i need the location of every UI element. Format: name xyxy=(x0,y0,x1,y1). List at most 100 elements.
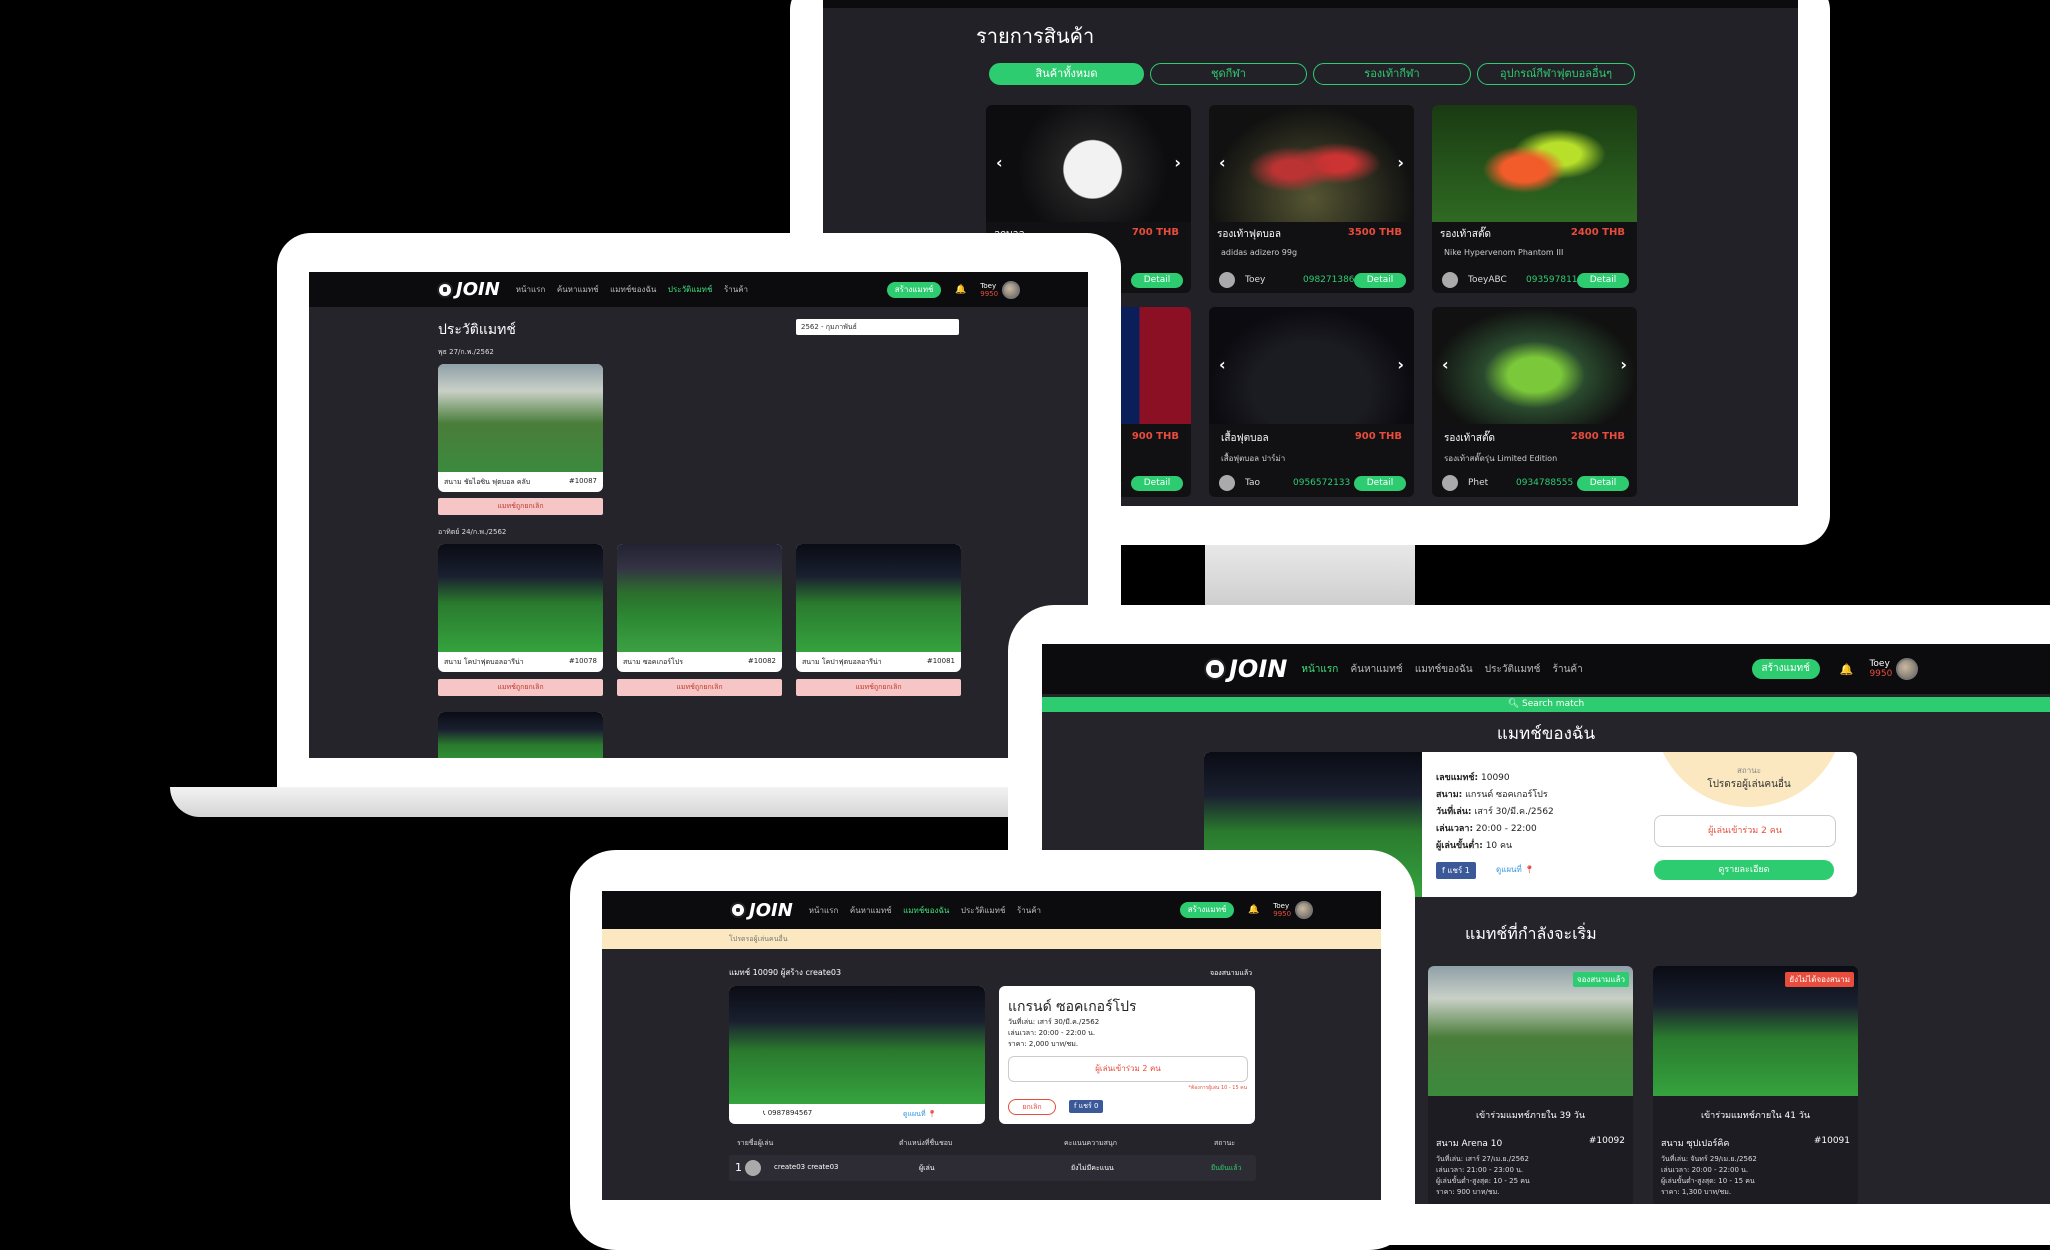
map-pin-icon: 📍︎ xyxy=(1524,865,1535,874)
field-card: 📞︎ 0987894567 ดูแผนที่ 📍︎ xyxy=(729,986,985,1124)
bell-icon[interactable]: 🔔 xyxy=(1840,663,1854,676)
match-header: แมทช์ 10090 ผู้สร้าง create03 xyxy=(729,968,842,977)
nav-shop[interactable]: ร้านค้า xyxy=(1017,906,1041,915)
history-card[interactable]: สนาม โคปาฟุตบอลอารีน่า #10081 xyxy=(796,544,961,672)
seller-phone: 0982713869 xyxy=(1303,275,1361,285)
create-match-button[interactable]: สร้างแมทช์ xyxy=(887,281,942,298)
upcoming-title: แมทช์ที่กำลังจะเริ่ม xyxy=(1465,924,1597,943)
match-meta: วันที่เล่น: จันทร์ 29/เม.ย./2562 เล่นเวลา… xyxy=(1661,1155,1757,1196)
nav-find-match[interactable]: ค้นหาแมทช์ xyxy=(850,906,892,915)
facebook-share-button[interactable]: f แชร์ 1 xyxy=(1436,862,1476,879)
bell-icon[interactable]: 🔔 xyxy=(1248,905,1259,915)
create-match-button[interactable]: สร้างแมทช์ xyxy=(1180,902,1235,918)
facebook-share-button[interactable]: f แชร์ 0 xyxy=(1069,1100,1104,1113)
join-logo[interactable]: JOIN xyxy=(1204,655,1287,683)
laptop-base xyxy=(170,787,1120,817)
field-name: สนาม Arena 10 xyxy=(1436,1139,1503,1149)
view-detail-button[interactable]: ดูรายละเอียด xyxy=(1654,860,1834,880)
product-card[interactable]: รองเท้าสตั๊ด 2400 THB Nike Hypervenom Ph… xyxy=(1432,105,1637,293)
football-icon xyxy=(437,281,453,298)
match-id: #10092 xyxy=(1588,1136,1625,1146)
join-logo[interactable]: JOIN xyxy=(437,279,500,300)
chevron-left-icon[interactable]: ‹ xyxy=(996,153,1003,172)
status-badge: จองสนามแล้ว xyxy=(1572,972,1629,987)
map-link[interactable]: ดูแผนที่ 📍︎ xyxy=(903,1109,937,1120)
football-icon xyxy=(1204,658,1226,680)
join-deadline: เข้าร่วมแมทช์ภายใน 41 วัน xyxy=(1700,1111,1811,1121)
history-card[interactable] xyxy=(438,712,603,758)
history-card[interactable]: สนาม ชัยไอซิน ฟุตบอล คลับ #10087 xyxy=(438,364,603,492)
status-badge: แมทช์ถูกยกเลิก xyxy=(796,679,961,696)
booked-label: จองสนามแล้ว xyxy=(1210,969,1253,977)
table-row[interactable]: 1 create03 create03 ผู้เล่น ยังไม่มีคะแน… xyxy=(729,1155,1256,1181)
tab-other-equipment[interactable]: อุปกรณ์กีฬาฟุตบอลอื่นๆ xyxy=(1477,63,1635,85)
status-label: สถานะ xyxy=(1737,766,1761,775)
nav-shop[interactable]: ร้านค้า xyxy=(724,285,748,294)
field-name: สนาม ซอคเกอร์โปร xyxy=(623,658,684,666)
history-card[interactable]: สนาม ซอคเกอร์โปร #10082 xyxy=(617,544,782,672)
detail-button[interactable]: Detail xyxy=(1354,273,1406,288)
detail-button[interactable]: Detail xyxy=(1131,476,1183,491)
product-price: 900 THB xyxy=(1354,431,1402,442)
detail-button[interactable]: Detail xyxy=(1354,476,1406,491)
product-price: 3500 THB xyxy=(1347,227,1402,238)
user-menu[interactable]: Toey 9950 xyxy=(1869,659,1892,679)
page-title: ประวัติแมทช์ xyxy=(438,322,516,338)
field-name: สนาม โคปาฟุตบอลอารีน่า xyxy=(802,658,882,666)
detail-button[interactable]: Detail xyxy=(1131,273,1183,288)
nav-history[interactable]: ประวัติแมทช์ xyxy=(961,906,1006,915)
join-deadline: เข้าร่วมแมทช์ภายใน 39 วัน xyxy=(1475,1111,1586,1121)
nav-my-match[interactable]: แมทช์ของฉัน xyxy=(903,906,949,915)
user-menu[interactable]: Toey 9950 xyxy=(980,282,998,298)
nav-links: หน้าแรก ค้นหาแมทช์ แมทช์ของฉัน ประวัติแม… xyxy=(809,904,1050,917)
history-card[interactable]: สนาม โคปาฟุตบอลอารีน่า #10078 xyxy=(438,544,603,672)
matchdetail-screen: JOIN หน้าแรก ค้นหาแมทช์ แมทช์ของฉัน ประว… xyxy=(602,891,1381,1200)
search-match-bar[interactable]: 🔍︎ Search match xyxy=(1042,697,2050,712)
chevron-right-icon[interactable]: › xyxy=(1620,355,1627,374)
upcoming-card[interactable]: จองสนามแล้ว เข้าร่วมแมทช์ภายใน 39 วัน สน… xyxy=(1428,966,1633,1204)
product-photo xyxy=(1432,105,1637,222)
chevron-right-icon[interactable]: › xyxy=(1397,355,1404,374)
field-photo xyxy=(438,712,603,758)
avatar[interactable] xyxy=(1896,658,1919,680)
nav-history[interactable]: ประวัติแมทช์ xyxy=(668,285,713,294)
chevron-right-icon[interactable]: › xyxy=(1397,153,1404,172)
nav-home[interactable]: หน้าแรก xyxy=(516,285,546,294)
nav-my-match[interactable]: แมทช์ของฉัน xyxy=(1415,664,1473,675)
user-menu[interactable]: Toey 9950 xyxy=(1273,902,1291,918)
avatar xyxy=(1442,475,1458,491)
status-banner: โปรดรอผู้เล่นคนอื่น xyxy=(602,929,1381,949)
chevron-left-icon[interactable]: ‹ xyxy=(1219,355,1226,374)
bell-icon[interactable]: 🔔 xyxy=(955,285,966,295)
nav-find-match[interactable]: ค้นหาแมทช์ xyxy=(1350,664,1402,675)
avatar[interactable] xyxy=(1295,901,1314,919)
chevron-right-icon[interactable]: › xyxy=(1174,153,1181,172)
cancel-button[interactable]: ยกเลิก xyxy=(1008,1099,1056,1115)
top-nav: JOIN หน้าแรก ค้นหาแมทช์ แมทช์ของฉัน ประว… xyxy=(309,272,1088,307)
tab-sportswear[interactable]: ชุดกีฬา xyxy=(1150,63,1307,85)
chevron-left-icon[interactable]: ‹ xyxy=(1219,153,1226,172)
product-card[interactable]: ‹ › เสื้อฟุตบอล 900 THB เสื้อฟุตบอล ปาร์… xyxy=(1209,307,1414,497)
player-note: *ต้องการผู้เล่น 10 - 15 คน xyxy=(1188,1085,1247,1091)
create-match-button[interactable]: สร้างแมทช์ xyxy=(1751,659,1820,679)
product-photo xyxy=(1209,307,1414,424)
detail-button[interactable]: Detail xyxy=(1577,273,1629,288)
product-card[interactable]: ‹ › รองเท้าสตั๊ด 2800 THB รองเท้าสตั๊ดรุ… xyxy=(1432,307,1637,497)
nav-home[interactable]: หน้าแรก xyxy=(809,906,839,915)
avatar[interactable] xyxy=(1002,280,1021,299)
nav-history[interactable]: ประวัติแมทช์ xyxy=(1485,664,1541,675)
upcoming-card[interactable]: ยังไม่ได้จองสนาม เข้าร่วมแมทช์ภายใน 41 ว… xyxy=(1653,966,1858,1204)
product-name: รองเท้าสตั๊ด xyxy=(1444,433,1495,444)
join-logo[interactable]: JOIN xyxy=(730,900,793,921)
tab-sport-shoes[interactable]: รองเท้ากีฬา xyxy=(1313,63,1471,85)
month-select[interactable]: 2562 - กุมภาพันธ์ xyxy=(796,319,959,335)
product-card[interactable]: ‹ › รองเท้าฟุตบอล 3500 THB adidas adizer… xyxy=(1209,105,1414,293)
map-link[interactable]: ดูแผนที่ 📍︎ xyxy=(1496,863,1534,876)
nav-shop[interactable]: ร้านค้า xyxy=(1553,664,1583,675)
nav-my-match[interactable]: แมทช์ของฉัน xyxy=(610,285,656,294)
nav-home[interactable]: หน้าแรก xyxy=(1301,664,1338,675)
nav-find-match[interactable]: ค้นหาแมทช์ xyxy=(557,285,599,294)
chevron-left-icon[interactable]: ‹ xyxy=(1442,355,1449,374)
detail-button[interactable]: Detail xyxy=(1577,476,1629,491)
tab-all-products[interactable]: สินค้าทั้งหมด xyxy=(989,63,1144,85)
